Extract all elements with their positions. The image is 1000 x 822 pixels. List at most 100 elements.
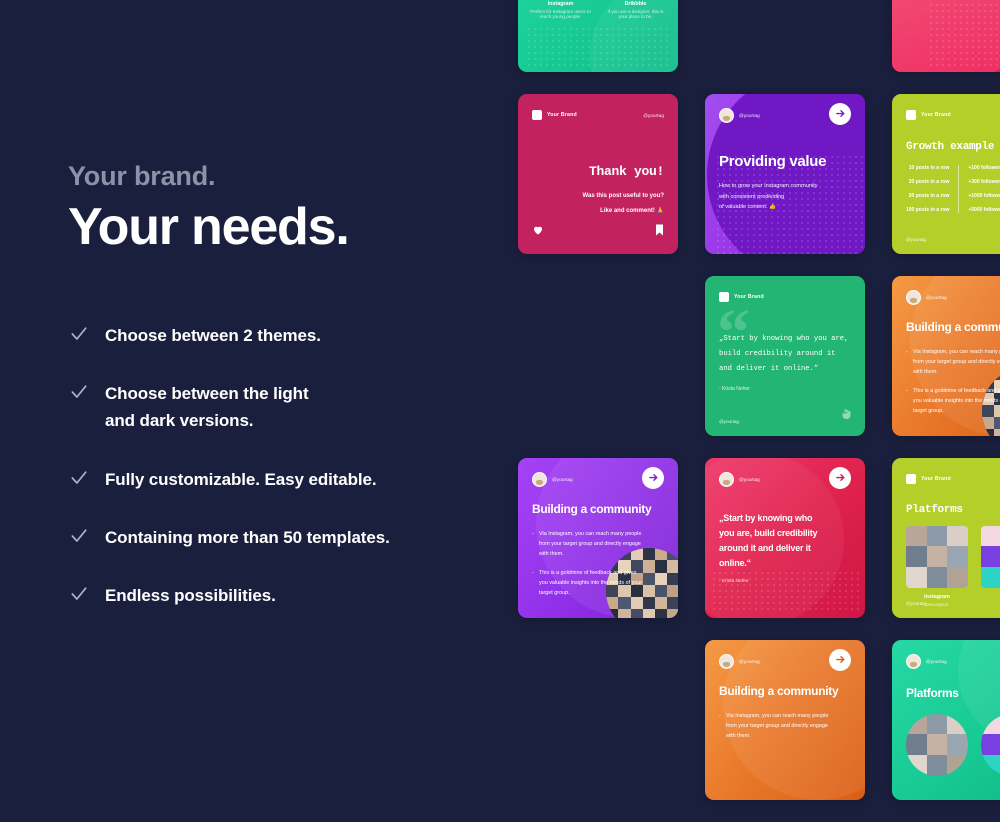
hero-panel: Your brand. Your needs. Choose between 2…	[0, 0, 500, 756]
card-providing-value-purple[interactable]: @yourtag Providing value How to grow you…	[705, 94, 865, 254]
card-title: Platforms	[906, 686, 959, 700]
brand-logo-icon	[906, 110, 916, 120]
handle-label: @yourtag	[739, 112, 760, 118]
template-gallery: Instagram Perfect for Instagram users to…	[518, 0, 1000, 822]
brand-group: @yourtag	[906, 653, 947, 669]
card-community-orange-bottom[interactable]: @yourtag Building a community Via Instag…	[705, 640, 865, 800]
card-spacer-row5	[518, 640, 678, 800]
brand-name: Your Brand	[921, 476, 951, 482]
handle-label: @yourtag	[906, 237, 926, 242]
dribbble-thumbnail	[981, 525, 1000, 588]
table-cell: +1000 followers	[968, 192, 1000, 199]
feature-label: Endless possibilities.	[105, 585, 276, 605]
quote-text: „Start by knowing who you are, build cre…	[719, 513, 818, 568]
page-title: Your needs.	[68, 197, 350, 256]
card-community-purple[interactable]: @yourtag Building a community Via Instag…	[518, 458, 678, 618]
platform-item: Dribbble If you are a designer, this is …	[605, 0, 667, 19]
card-spacer-top	[705, 0, 865, 72]
list-item: Endless possibilities.	[68, 582, 500, 609]
card-header: Your Brand @yourtag	[532, 107, 664, 123]
feature-label: Choose between 2 themes.	[105, 325, 321, 345]
card-header: @yourtag	[906, 653, 1000, 669]
gallery-row: Instagram Perfect for Instagram users to…	[518, 0, 1000, 72]
instagram-thumbnail	[906, 525, 968, 588]
handle-label: @yourtag	[719, 419, 739, 424]
card-bullet: Via Instagram, you can reach many people…	[532, 529, 644, 559]
feature-label: Containing more than 50 templates.	[105, 527, 390, 547]
brand-group: @yourtag	[719, 107, 760, 123]
card-title: Building a community	[532, 502, 652, 516]
card-header: Your Brand	[719, 289, 851, 305]
card-bullet: This is a goldmine of feedback and gives…	[906, 386, 1000, 416]
feature-label: Choose between the light and dark versio…	[105, 384, 309, 431]
brand-name: Your Brand	[921, 112, 951, 118]
card-header: @yourtag	[719, 102, 851, 125]
card-platforms-lime[interactable]: Your Brand Platforms Instagram Descripti…	[892, 458, 1000, 618]
card-growth-example[interactable]: Your Brand Growth example 10 posts in a …	[892, 94, 1000, 254]
card-header: @yourtag	[719, 466, 851, 489]
card-body: How to grow your Instagram community wit…	[719, 183, 818, 210]
gallery-row: “ Your Brand „Start by knowing who you a…	[518, 276, 1000, 436]
table-cell: 20 posts in a row	[908, 178, 950, 185]
avatar	[906, 653, 921, 669]
brand-name: Your Brand	[734, 294, 764, 300]
platform-item: Dribbble Description	[981, 525, 1000, 607]
platform-item: Instagram Description	[906, 525, 968, 607]
platform-name: Dribbble	[624, 1, 647, 7]
platform-desc: Perfect for Instagram users to reach you…	[530, 9, 591, 19]
handle-label: @yourtag	[552, 476, 573, 482]
list-item: Choose between 2 themes.	[68, 322, 500, 349]
growth-stats-table: 10 posts in a row 20 posts in a row 50 p…	[906, 164, 1000, 213]
hand-icon	[842, 407, 851, 425]
check-icon	[68, 525, 90, 547]
card-header: Your Brand	[906, 471, 1000, 487]
brand-group: Your Brand	[719, 292, 764, 302]
card-title: Platforms	[906, 504, 963, 516]
platform-name: Dribbble	[981, 594, 1000, 600]
arrow-right-icon[interactable]	[829, 466, 851, 489]
table-cell: 100 posts in a row	[906, 206, 950, 213]
quote-author: - Krista Neher	[719, 579, 749, 585]
card-bullet: Via Instagram, you can reach many people…	[719, 711, 831, 741]
card-providing-value-red[interactable]: Providing value How to grow your Instagr…	[892, 0, 1000, 72]
card-platforms-green[interactable]: Instagram Perfect for Instagram users to…	[518, 0, 678, 72]
card-bullet: Via Instagram, you can reach many people…	[906, 347, 1000, 377]
card-thank-you[interactable]: Your Brand @yourtag Thank you! Was this …	[518, 94, 678, 254]
feature-label: Fully customizable. Easy editable.	[105, 469, 377, 489]
card-community-orange[interactable]: @yourtag Building a community Via Instag…	[892, 276, 1000, 436]
table-cell: 10 posts in a row	[908, 164, 950, 171]
card-quote-green[interactable]: “ Your Brand „Start by knowing who you a…	[705, 276, 865, 436]
handle-label: @yourtag	[926, 658, 947, 664]
brand-logo-icon	[719, 292, 729, 302]
bookmark-icon[interactable]	[655, 223, 664, 241]
arrow-right-icon[interactable]	[642, 466, 664, 489]
heart-icon[interactable]	[532, 223, 544, 241]
card-quote-red[interactable]: @yourtag „Start by knowing who you are, …	[705, 458, 865, 618]
platform-desc: If you are a designer, this is your plac…	[607, 9, 664, 19]
check-icon	[68, 467, 90, 489]
card-bullet: This is a goldmine of feedback and gives…	[532, 568, 644, 598]
handle-label: @yourtag	[643, 112, 664, 118]
table-cell: 50 posts in a row	[908, 192, 950, 199]
list-item: Fully customizable. Easy editable.	[68, 466, 500, 493]
table-cell: +5000 followers	[968, 206, 1000, 213]
card-platforms-teal-bottom[interactable]: @yourtag Platforms	[892, 640, 1000, 800]
platform-row: Instagram Description Dribbble Descripti…	[906, 525, 1000, 607]
platform-item	[906, 713, 968, 776]
brand-group: Your Brand	[906, 474, 951, 484]
arrow-right-icon[interactable]	[829, 648, 851, 671]
quote-author: - Krista Neher	[719, 386, 750, 393]
stats-column-posts: 10 posts in a row 20 posts in a row 50 p…	[906, 165, 958, 213]
gallery-row: @yourtag Building a community Via Instag…	[518, 458, 1000, 618]
card-subline-1: Was this post useful to you?	[582, 192, 664, 199]
handle-label: @yourtag	[739, 658, 760, 664]
check-icon	[68, 323, 90, 345]
avatar	[719, 653, 734, 669]
arrow-right-icon[interactable]	[829, 102, 851, 125]
gallery-row: Your Brand @yourtag Thank you! Was this …	[518, 94, 1000, 254]
platform-name: Instagram	[547, 1, 574, 7]
handle-label: @yourtag	[739, 476, 760, 482]
card-title: Thank you!	[588, 164, 664, 179]
stats-column-followers: +100 followers +300 followers +1000 foll…	[958, 164, 1000, 213]
card-header: @yourtag	[906, 289, 1000, 305]
